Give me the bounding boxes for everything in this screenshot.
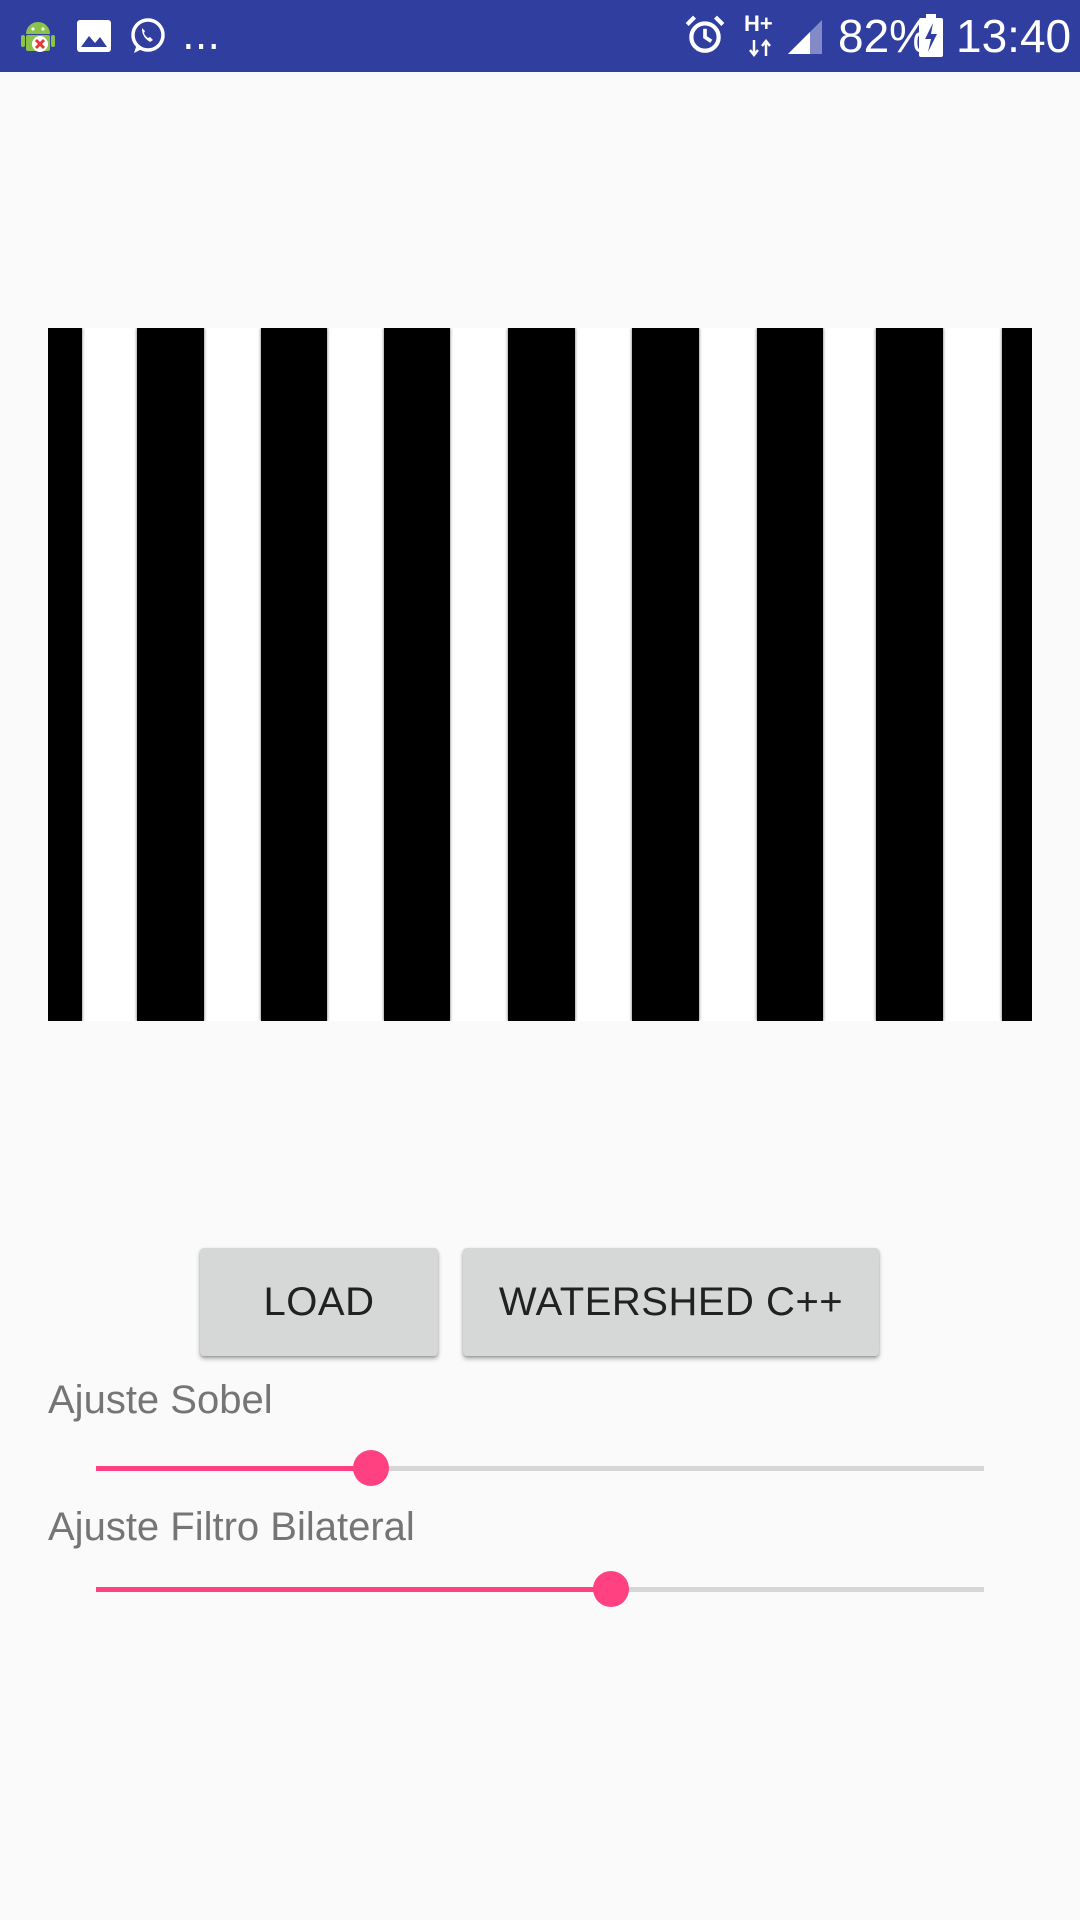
stripe	[757, 328, 823, 1021]
image-view	[48, 328, 1032, 1021]
stripe	[261, 328, 327, 1021]
load-button[interactable]: LOAD	[200, 1248, 438, 1356]
seekbar-track	[96, 1587, 984, 1592]
network-type: H+	[744, 11, 773, 36]
stripe	[508, 328, 575, 1021]
stripe	[632, 328, 699, 1021]
stripe	[876, 328, 943, 1021]
clock: 13:40	[956, 10, 1072, 62]
android-debug-icon	[21, 22, 55, 52]
stripe	[48, 328, 82, 1021]
stripe	[384, 328, 450, 1021]
battery-percent: 82%	[838, 10, 931, 62]
stripe	[1002, 328, 1032, 1021]
battery-charging-icon	[919, 14, 943, 57]
signal-icon	[788, 20, 822, 54]
seekbar-thumb[interactable]	[353, 1450, 390, 1486]
stripe	[137, 328, 204, 1021]
watershed-button[interactable]: WATERSHED C++	[463, 1248, 879, 1356]
alarm-icon	[685, 15, 725, 53]
bilateral-filter-seekbar[interactable]	[96, 1559, 984, 1619]
seekbar-track	[96, 1466, 984, 1471]
sobel-label: Ajuste Sobel	[48, 1378, 273, 1422]
seekbar-progress	[96, 1587, 612, 1592]
image-icon	[77, 20, 111, 52]
whatsapp-icon	[131, 18, 165, 53]
bilateral-filter-label: Ajuste Filtro Bilateral	[48, 1505, 415, 1549]
seekbar-progress	[96, 1466, 372, 1471]
sobel-seekbar[interactable]	[96, 1438, 984, 1498]
more-notifications-indicator: ...	[182, 13, 221, 59]
data-arrows-icon	[749, 38, 771, 58]
status-bar: ... H+ 82% 13:40	[0, 0, 1080, 72]
seekbar-thumb[interactable]	[593, 1571, 630, 1607]
